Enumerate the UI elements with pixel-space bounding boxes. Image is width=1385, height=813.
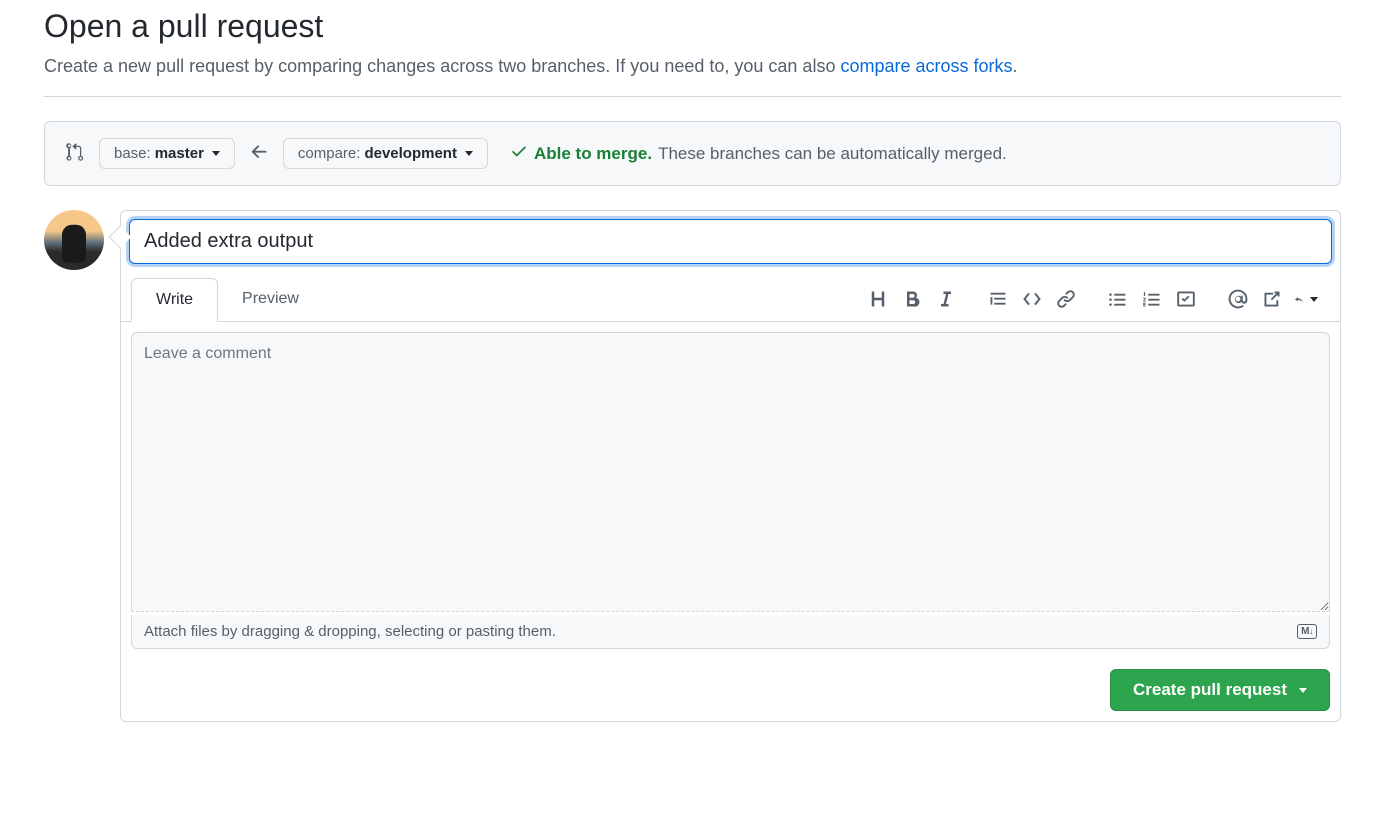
heading-icon[interactable] xyxy=(866,287,890,311)
compare-branch-dropdown[interactable]: compare: development xyxy=(283,138,488,169)
quote-icon[interactable] xyxy=(986,287,1010,311)
submit-label: Create pull request xyxy=(1133,680,1287,700)
branch-compare-box: base: master compare: development Able t… xyxy=(44,121,1341,186)
merge-status-detail: These branches can be automatically merg… xyxy=(658,144,1007,164)
chevron-down-icon xyxy=(465,151,473,156)
unordered-list-icon[interactable] xyxy=(1106,287,1130,311)
compare-forks-link[interactable]: compare across forks xyxy=(840,56,1012,76)
check-icon xyxy=(510,142,528,165)
attach-hint: Attach files by dragging & dropping, sel… xyxy=(144,623,556,640)
page-subtitle: Create a new pull request by comparing c… xyxy=(44,53,1341,80)
cross-reference-icon[interactable] xyxy=(1260,287,1284,311)
attach-files-bar[interactable]: Attach files by dragging & dropping, sel… xyxy=(131,615,1330,649)
comment-textarea[interactable] xyxy=(131,332,1330,612)
italic-icon[interactable] xyxy=(934,287,958,311)
comment-card: Write Preview xyxy=(120,210,1341,722)
arrow-left-icon xyxy=(249,142,269,165)
mention-icon[interactable] xyxy=(1226,287,1250,311)
pr-title-input[interactable] xyxy=(129,219,1332,264)
markdown-icon[interactable]: M↓ xyxy=(1297,624,1317,639)
page-header: Open a pull request Create a new pull re… xyxy=(44,0,1341,97)
task-list-icon[interactable] xyxy=(1174,287,1198,311)
create-pull-request-button[interactable]: Create pull request xyxy=(1110,669,1330,711)
tab-write[interactable]: Write xyxy=(131,278,218,322)
link-icon[interactable] xyxy=(1054,287,1078,311)
base-branch-dropdown[interactable]: base: master xyxy=(99,138,235,169)
base-label: base: xyxy=(114,145,151,162)
chevron-down-icon xyxy=(1299,688,1307,693)
compare-branch-value: development xyxy=(364,145,457,162)
reply-icon[interactable] xyxy=(1294,287,1318,311)
bold-icon[interactable] xyxy=(900,287,924,311)
ordered-list-icon[interactable] xyxy=(1140,287,1164,311)
base-branch-value: master xyxy=(155,145,204,162)
chevron-down-icon xyxy=(1310,297,1318,302)
editor-toolbar: Write Preview xyxy=(121,278,1340,322)
subtitle-text: Create a new pull request by comparing c… xyxy=(44,56,840,76)
git-compare-icon xyxy=(65,142,85,165)
page-title: Open a pull request xyxy=(44,8,1341,45)
code-icon[interactable] xyxy=(1020,287,1044,311)
comment-form: Write Preview xyxy=(44,210,1341,722)
avatar[interactable] xyxy=(44,210,104,270)
merge-status-title: Able to merge. xyxy=(534,144,652,164)
subtitle-after: . xyxy=(1013,56,1018,76)
merge-status: Able to merge. These branches can be aut… xyxy=(510,142,1007,165)
tab-preview[interactable]: Preview xyxy=(218,278,323,322)
chevron-down-icon xyxy=(212,151,220,156)
compare-label: compare: xyxy=(298,145,361,162)
